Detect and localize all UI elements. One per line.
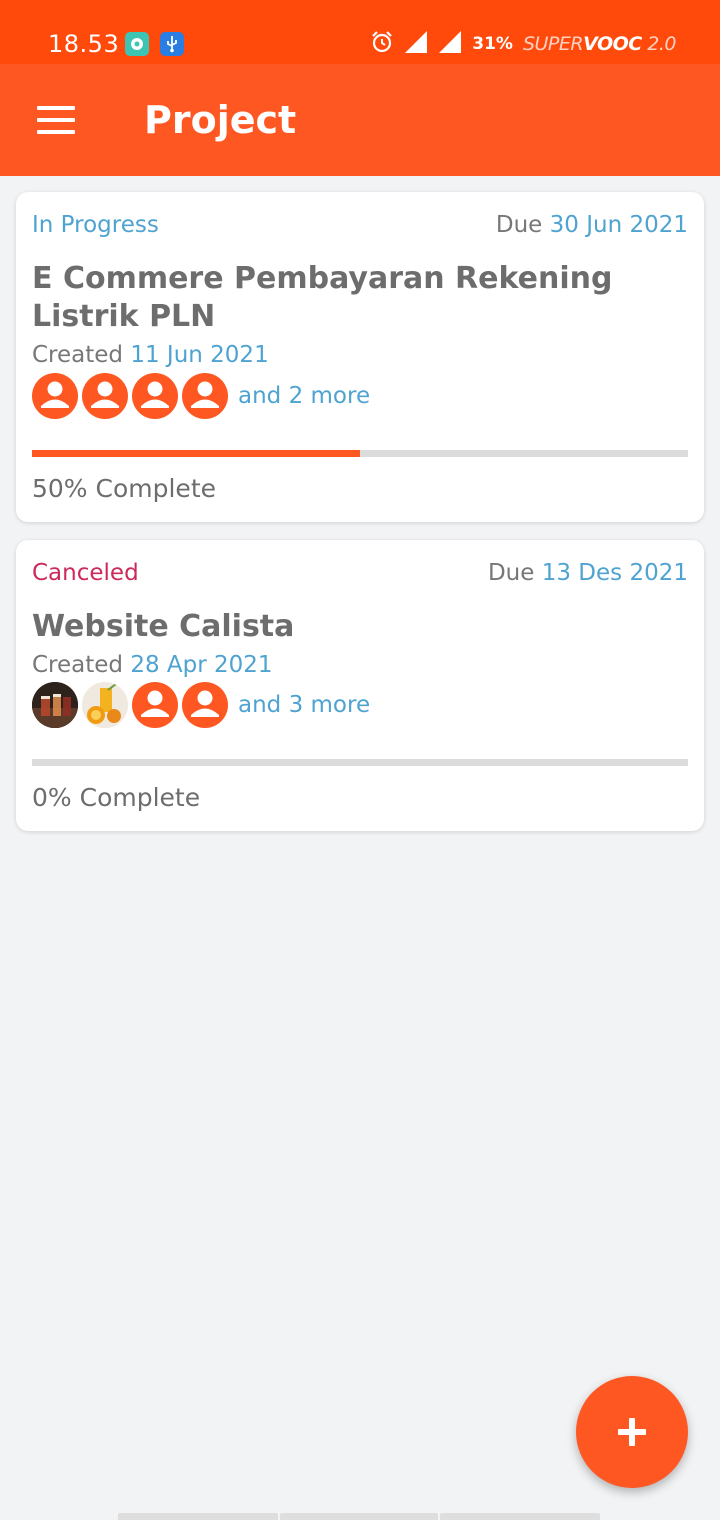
due-date: 13 Des 2021 [541, 560, 688, 586]
member-avatars[interactable]: and 2 more [32, 371, 370, 421]
alarm-icon [370, 30, 394, 58]
due-date: 30 Jun 2021 [549, 212, 688, 238]
due-label: Due [487, 560, 535, 586]
nav-hint-center [280, 1513, 438, 1520]
person-icon [82, 373, 128, 419]
created-label: Created [32, 342, 124, 368]
person-icon [132, 682, 178, 728]
progress-bar [32, 450, 688, 457]
created-date: 11 Jun 2021 [130, 342, 269, 368]
plus-icon [618, 1418, 646, 1446]
pill-app-icon [125, 32, 149, 56]
person-icon [32, 373, 78, 419]
created-label: Created [32, 652, 124, 678]
photo-avatar-juice [82, 682, 128, 728]
hamburger-menu-icon[interactable] [30, 98, 82, 142]
status-bar: 18.53 31% SUPERVOOC 2.0 [0, 0, 720, 64]
charging-brand-vooc: VOOC [583, 33, 642, 55]
charging-brand-super: SUPER [522, 33, 584, 55]
usb-icon [160, 32, 184, 56]
signal-icon [404, 30, 428, 58]
project-title: E Commere Pembayaran Rekening Listrik PL… [32, 261, 613, 334]
project-created: Created 28 Apr 2021 [32, 650, 273, 680]
progress-text: 50% Complete [32, 474, 216, 503]
app-bar: Project [0, 64, 720, 176]
progress-fill [32, 450, 360, 457]
status-right-group: 31% SUPERVOOC 2.0 [370, 30, 676, 58]
nav-hint-left [118, 1513, 278, 1520]
status-time: 18.53 [48, 30, 120, 58]
more-members-link[interactable]: and 3 more [238, 690, 370, 720]
add-project-button[interactable] [576, 1376, 688, 1488]
charging-brand-version: 2.0 [647, 33, 676, 55]
progress-bar [32, 759, 688, 766]
signal-icon [438, 30, 462, 58]
more-members-link[interactable]: and 2 more [238, 381, 370, 411]
due-label: Due [495, 212, 543, 238]
project-status: Canceled [32, 560, 139, 586]
nav-hint-right [440, 1513, 600, 1520]
project-card[interactable]: Canceled Due 13 Des 2021 Website Calista… [16, 540, 704, 831]
charging-indicator: SUPERVOOC 2.0 [522, 33, 677, 55]
project-status: In Progress [32, 212, 159, 238]
person-icon [132, 373, 178, 419]
person-icon [182, 373, 228, 419]
page-title: Project [144, 98, 297, 142]
battery-percent: 31% [472, 34, 513, 54]
project-created: Created 11 Jun 2021 [32, 340, 269, 370]
created-date: 28 Apr 2021 [130, 652, 273, 678]
project-due: Due 30 Jun 2021 [496, 210, 688, 240]
project-due: Due 13 Des 2021 [488, 558, 688, 588]
project-card[interactable]: In Progress Due 30 Jun 2021 E Commere Pe… [16, 192, 704, 522]
progress-text: 0% Complete [32, 783, 201, 812]
photo-avatar-drinks [32, 682, 78, 728]
member-avatars[interactable]: and 3 more [32, 680, 370, 730]
person-icon [182, 682, 228, 728]
project-title: Website Calista [32, 609, 295, 644]
